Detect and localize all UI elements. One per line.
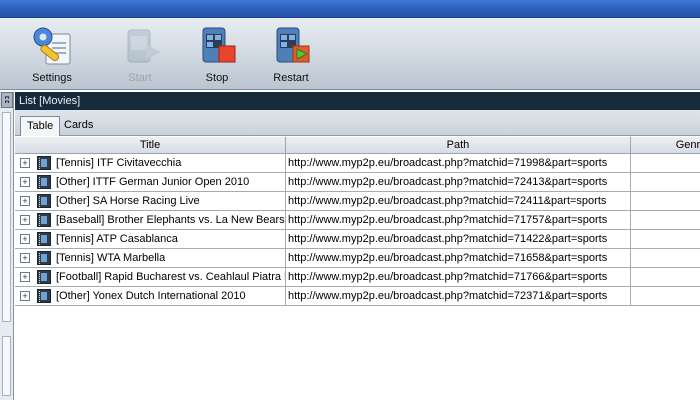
movies-table: + [Tennis] ITF Civitavecchia http://www.… [15,154,700,400]
settings-button[interactable]: Settings [20,22,84,86]
row-path: http://www.myp2p.eu/broadcast.php?matchi… [286,268,631,286]
start-icon [127,29,160,63]
row-title: [Other] Yonex Dutch International 2010 [56,290,246,302]
row-title: [Other] SA Horse Racing Live [56,195,200,207]
table-row[interactable]: + [Other] SA Horse Racing Live http://ww… [15,192,700,211]
row-path: http://www.myp2p.eu/broadcast.php?matchi… [286,249,631,267]
table-row[interactable]: + [Tennis] WTA Marbella http://www.myp2p… [15,249,700,268]
row-genre [631,211,700,229]
table-row[interactable]: + [Tennis] ATP Casablanca http://www.myp… [15,230,700,249]
row-title: [Other] ITTF German Junior Open 2010 [56,176,250,188]
title-cell: + [Tennis] ITF Civitavecchia [15,154,286,172]
title-cell: + [Baseball] Brother Elephants vs. La Ne… [15,211,286,229]
expand-icon[interactable]: + [20,196,30,206]
pin-icon[interactable]: ʭ [1,92,13,108]
film-icon [37,289,51,303]
row-title: [Football] Rapid Bucharest vs. Ceahlaul … [56,271,286,283]
column-header-genre[interactable]: Genre [631,137,700,154]
restart-label: Restart [273,72,309,84]
table-row[interactable]: + [Other] ITTF German Junior Open 2010 h… [15,173,700,192]
restart-icon [276,27,310,63]
stop-button[interactable]: Stop [185,22,249,86]
tab-cards[interactable]: Cards [58,116,99,136]
tab-table[interactable]: Table [20,116,61,136]
column-header-title[interactable]: Title [15,137,286,154]
row-genre [631,154,700,172]
row-genre [631,287,700,305]
expand-icon[interactable]: + [20,158,30,168]
settings-label: Settings [32,72,72,84]
row-path: http://www.myp2p.eu/broadcast.php?matchi… [286,211,631,229]
row-genre [631,192,700,210]
left-collapsed-panel: ʭ [0,92,14,400]
row-path: http://www.myp2p.eu/broadcast.php?matchi… [286,173,631,191]
row-path: http://www.myp2p.eu/broadcast.php?matchi… [286,154,631,172]
stop-label: Stop [205,72,229,84]
film-icon [37,156,51,170]
film-icon [37,232,51,246]
toolbar: Settings Start Stop Restart [0,18,700,90]
expand-icon[interactable]: + [20,253,30,263]
row-title: [Tennis] ATP Casablanca [56,233,178,245]
settings-icon [33,27,71,65]
row-genre [631,249,700,267]
title-cell: + [Other] SA Horse Racing Live [15,192,286,210]
film-icon [37,175,51,189]
expand-icon[interactable]: + [20,272,30,282]
expand-icon[interactable]: + [20,177,30,187]
row-path: http://www.myp2p.eu/broadcast.php?matchi… [286,287,631,305]
row-title: [Baseball] Brother Elephants vs. La New … [56,214,285,226]
left-scrollbar[interactable] [0,108,13,400]
list-panel-header: List [Movies] [15,92,700,110]
film-icon [37,213,51,227]
tab-strip: Table Cards [15,110,700,136]
row-genre [631,230,700,248]
grid-header: Title Path Genre [15,137,700,154]
expand-icon[interactable]: + [20,234,30,244]
expand-icon[interactable]: + [20,291,30,301]
column-header-path[interactable]: Path [286,137,631,154]
start-label: Start [128,72,152,84]
title-cell: + [Football] Rapid Bucharest vs. Ceahlau… [15,268,286,286]
stop-icon [202,27,236,63]
film-icon [37,251,51,265]
row-path: http://www.myp2p.eu/broadcast.php?matchi… [286,192,631,210]
table-row[interactable]: + [Football] Rapid Bucharest vs. Ceahlau… [15,268,700,287]
window-titlebar [0,0,700,18]
film-icon [37,194,51,208]
table-row[interactable]: + [Other] Yonex Dutch International 2010… [15,287,700,306]
title-cell: + [Tennis] ATP Casablanca [15,230,286,248]
row-title: [Tennis] ITF Civitavecchia [56,157,182,169]
row-title: [Tennis] WTA Marbella [56,252,166,264]
table-row[interactable]: + [Baseball] Brother Elephants vs. La Ne… [15,211,700,230]
left-scrollbar-thumb-lower[interactable] [2,336,11,396]
expand-icon[interactable]: + [20,215,30,225]
row-genre [631,268,700,286]
row-genre [631,173,700,191]
table-row[interactable]: + [Tennis] ITF Civitavecchia http://www.… [15,154,700,173]
film-icon [37,270,51,284]
restart-button[interactable]: Restart [259,22,323,86]
start-button[interactable]: Start [108,22,172,86]
title-cell: + [Other] Yonex Dutch International 2010 [15,287,286,305]
title-cell: + [Other] ITTF German Junior Open 2010 [15,173,286,191]
title-cell: + [Tennis] WTA Marbella [15,249,286,267]
row-path: http://www.myp2p.eu/broadcast.php?matchi… [286,230,631,248]
left-scrollbar-thumb[interactable] [2,112,11,322]
